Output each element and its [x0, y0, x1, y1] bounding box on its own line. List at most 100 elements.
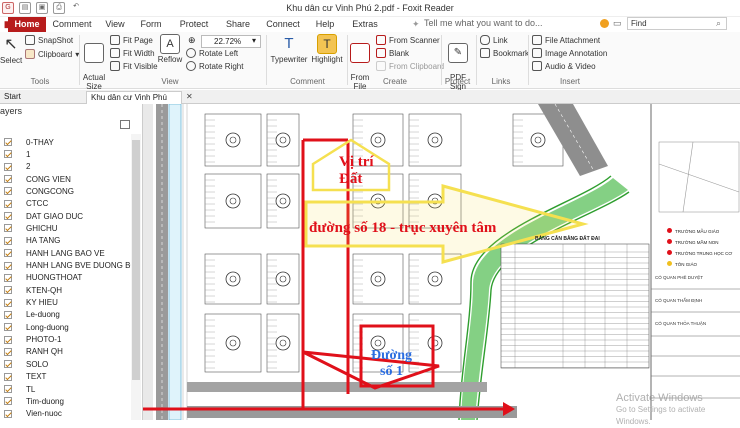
layer-visibility-checkbox[interactable]: [4, 138, 12, 146]
layer-visibility-checkbox[interactable]: [4, 335, 12, 344]
document-tab-bar: Start Khu dân cư Vinh Phú 2... ✕: [0, 90, 740, 114]
fit-page-button[interactable]: Fit Page: [110, 35, 153, 45]
menu-comment[interactable]: Comment: [50, 17, 94, 32]
layer-visibility-checkbox[interactable]: [4, 150, 12, 159]
layer-options-icon[interactable]: [120, 120, 130, 129]
layer-item[interactable]: PHOTO-1: [4, 334, 61, 346]
layer-item[interactable]: Vien-nuoc: [4, 408, 62, 420]
title-bar: G ▤ ▣ ⎙ ↶ Khu dân cư Vinh Phú 2.pdf - Fo…: [0, 0, 740, 17]
layer-visibility-checkbox[interactable]: [4, 162, 12, 171]
menu-home[interactable]: Home: [8, 17, 46, 32]
layer-item[interactable]: Tim-duong: [4, 395, 64, 407]
menu-share[interactable]: Share: [222, 17, 254, 32]
layer-visibility-checkbox[interactable]: [4, 236, 12, 245]
layer-visibility-checkbox[interactable]: [4, 273, 12, 282]
layer-item[interactable]: 1: [4, 148, 30, 160]
clipboard-button[interactable]: Clipboard ▾: [25, 49, 79, 59]
menu-connect[interactable]: Connect: [264, 17, 302, 32]
chat-icon[interactable]: ▭: [613, 18, 622, 29]
file-attachment-button[interactable]: File Attachment: [532, 35, 600, 45]
layer-item[interactable]: 2: [4, 161, 30, 173]
from-scanner-button[interactable]: From Scanner: [376, 35, 440, 45]
search-icon[interactable]: ⌕: [716, 18, 721, 29]
reflow-button[interactable]: A Reflow: [156, 34, 184, 64]
layer-visibility-checkbox[interactable]: [4, 360, 12, 369]
layer-item[interactable]: Long-duong: [4, 321, 69, 333]
layer-visibility-checkbox[interactable]: [4, 224, 12, 233]
layer-visibility-checkbox[interactable]: [4, 187, 12, 196]
layers-scrollbar[interactable]: [131, 134, 141, 420]
tab-document[interactable]: Khu dân cư Vinh Phú 2...: [86, 91, 182, 114]
typewriter-icon: T: [284, 35, 294, 52]
layer-visibility-checkbox[interactable]: [4, 323, 12, 332]
snapshot-button[interactable]: SnapShot: [25, 35, 73, 45]
layer-item[interactable]: TEXT: [4, 371, 46, 383]
layer-item[interactable]: CONGCONG: [4, 185, 74, 197]
close-tab-icon[interactable]: ✕: [186, 92, 193, 101]
bookmark-button[interactable]: Bookmark: [480, 48, 529, 58]
layer-visibility-checkbox[interactable]: [4, 212, 12, 221]
fit-width-button[interactable]: Fit Width: [110, 48, 155, 58]
layer-visibility-checkbox[interactable]: [4, 286, 12, 295]
layer-item[interactable]: TL: [4, 383, 35, 395]
menu-extras[interactable]: Extras: [348, 17, 382, 32]
approval-label: CÓ QUAN THẨM ĐỊNH: [655, 298, 703, 303]
find-input[interactable]: Find: [627, 17, 727, 30]
group-label-links: Links: [491, 77, 511, 86]
zoom-dropdown-icon[interactable]: ▾: [252, 36, 256, 45]
layer-visibility-checkbox[interactable]: [4, 409, 12, 418]
layer-visibility-checkbox[interactable]: [4, 347, 12, 356]
layer-item[interactable]: KY HIEU: [4, 297, 58, 309]
from-file-button[interactable]: From File: [348, 34, 372, 91]
menu-form[interactable]: Form: [136, 17, 166, 32]
fit-visible-button[interactable]: Fit Visible: [110, 61, 158, 71]
layer-visibility-checkbox[interactable]: [4, 310, 12, 319]
group-label-protect: Protect: [444, 77, 471, 86]
layer-item[interactable]: HA TANG: [4, 235, 60, 247]
zoom-in-icon[interactable]: ⊕: [188, 35, 196, 46]
user-icon[interactable]: [600, 19, 609, 28]
blank-button[interactable]: Blank: [376, 48, 409, 58]
tab-start[interactable]: Start: [0, 91, 25, 104]
layer-item[interactable]: RANH QH: [4, 346, 63, 358]
layer-visibility-checkbox[interactable]: [4, 175, 12, 184]
menu-view[interactable]: View: [100, 17, 130, 32]
layer-label: TEXT: [26, 372, 47, 382]
layer-item[interactable]: SOLO: [4, 358, 48, 370]
legend-entry: TÔN GIÁO: [667, 259, 732, 270]
layer-visibility-checkbox[interactable]: [4, 249, 12, 258]
rotate-right-button[interactable]: Rotate Right: [186, 61, 243, 71]
tell-me-box[interactable]: Tell me what you want to do...: [424, 18, 543, 28]
link-button[interactable]: Link: [480, 35, 508, 45]
layer-item[interactable]: CTCC: [4, 198, 48, 210]
layer-item[interactable]: HUONGTHOAT: [4, 272, 82, 284]
group-label-comment: Comment: [290, 77, 325, 86]
layer-visibility-checkbox[interactable]: [4, 261, 12, 270]
from-clipboard-button[interactable]: From Clipboard: [376, 61, 444, 71]
layer-item[interactable]: Le-duong: [4, 309, 60, 321]
menu-help[interactable]: Help: [312, 17, 338, 32]
layer-visibility-checkbox[interactable]: [4, 372, 12, 381]
layer-item[interactable]: KTEN-QH: [4, 284, 62, 296]
rotate-left-button[interactable]: Rotate Left: [186, 48, 238, 58]
pdf-page-view[interactable]: Vị trí Đất đường số 18 - trục xuyên tâm …: [143, 104, 740, 420]
highlight-button[interactable]: T Highlight: [310, 34, 344, 64]
layer-item[interactable]: CONG VIEN: [4, 173, 71, 185]
layer-visibility-checkbox[interactable]: [4, 397, 12, 406]
layer-item[interactable]: HANH LANG BAO VE: [4, 247, 105, 259]
menu-protect[interactable]: Protect: [176, 17, 212, 32]
actual-size-button[interactable]: Actual Size: [82, 34, 106, 91]
image-annotation-button[interactable]: Image Annotation: [532, 48, 607, 58]
layer-visibility-checkbox[interactable]: [4, 298, 12, 307]
audio-video-button[interactable]: Audio & Video: [532, 61, 596, 71]
layer-item[interactable]: GHICHU: [4, 222, 58, 234]
layer-visibility-checkbox[interactable]: [4, 199, 12, 208]
typewriter-button[interactable]: T Typewriter: [268, 34, 310, 64]
layer-item[interactable]: HANH LANG BVE DUONG BO: [4, 260, 137, 272]
layer-item[interactable]: 0-THAY: [4, 136, 54, 148]
layer-item[interactable]: DAT GIAO DUC: [4, 210, 83, 222]
select-button[interactable]: ↖ Select: [0, 35, 22, 65]
scrollbar-thumb[interactable]: [132, 140, 140, 380]
layer-visibility-checkbox[interactable]: [4, 385, 12, 393]
site-location-label: Vị trí Đất: [339, 154, 374, 187]
